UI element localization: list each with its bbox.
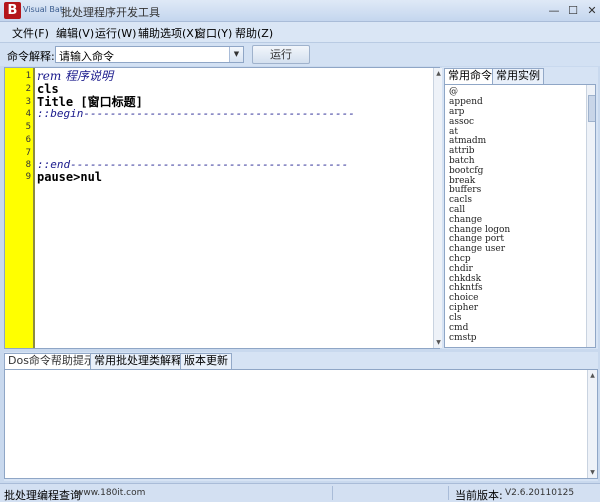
list-item[interactable]: attrib bbox=[449, 146, 475, 156]
list-item[interactable]: cmstp bbox=[449, 333, 477, 343]
maximize-button[interactable]: ☐ bbox=[563, 3, 583, 19]
help-scrollbar[interactable]: ▲ ▼ bbox=[587, 370, 597, 478]
toolbar: 命令解释: 请输入命令 ▼ 运行 bbox=[0, 42, 600, 66]
menu-file[interactable]: 文件(F) bbox=[12, 25, 49, 41]
list-item[interactable]: batch bbox=[449, 156, 475, 166]
command-explain-label: 命令解释: bbox=[7, 50, 55, 63]
scroll-up-icon[interactable]: ▲ bbox=[588, 371, 597, 380]
status-version-label: 当前版本: bbox=[455, 489, 503, 502]
scroll-thumb[interactable] bbox=[588, 95, 595, 122]
line-number: 2 bbox=[25, 84, 31, 94]
window-title: 批处理程序开发工具 bbox=[61, 6, 160, 19]
tab-version-update[interactable]: 版本更新 bbox=[180, 353, 232, 369]
tab-common-examples[interactable]: 常用实例 bbox=[492, 68, 544, 84]
list-item[interactable]: chcp bbox=[449, 254, 471, 264]
title-bar: B Visual Bat 批处理程序开发工具 — ☐ ✕ bbox=[0, 0, 600, 22]
menu-bar: 文件(F) 编辑(V) 运行(W) 辅助选项(X) 窗口(Y) 帮助(Z) bbox=[0, 22, 600, 42]
list-item[interactable]: call bbox=[449, 205, 465, 215]
command-list-scrollbar[interactable] bbox=[586, 85, 595, 347]
list-item[interactable]: cipher bbox=[449, 303, 478, 313]
help-panel: Dos命令帮助提示 常用批处理类解释 版本更新 ▲ ▼ bbox=[4, 352, 598, 481]
list-item[interactable]: cmd bbox=[449, 323, 468, 333]
menu-run[interactable]: 运行(W) bbox=[95, 25, 136, 41]
tab-batch-explain[interactable]: 常用批处理类解释 bbox=[90, 353, 186, 369]
status-divider bbox=[332, 486, 333, 500]
list-item[interactable]: append bbox=[449, 97, 483, 107]
menu-options[interactable]: 辅助选项(X) bbox=[138, 25, 198, 41]
run-button[interactable]: 运行 bbox=[252, 45, 310, 64]
tab-dos-help[interactable]: Dos命令帮助提示 bbox=[4, 353, 99, 369]
menu-help[interactable]: 帮助(Z) bbox=[235, 25, 273, 41]
command-list[interactable]: @ append arp assoc at atmadm attrib batc… bbox=[444, 84, 596, 348]
line-number: 6 bbox=[25, 135, 31, 145]
menu-edit[interactable]: 编辑(V) bbox=[56, 25, 94, 41]
command-select-value: 请输入命令 bbox=[59, 50, 114, 63]
list-item[interactable]: chkntfs bbox=[449, 283, 483, 293]
status-divider bbox=[448, 486, 449, 500]
list-item[interactable]: change bbox=[449, 215, 482, 225]
line-number: 4 bbox=[25, 109, 31, 119]
status-query-label: 批处理编程查询 bbox=[4, 489, 81, 502]
gutter-divider bbox=[33, 68, 35, 348]
scroll-down-icon[interactable]: ▼ bbox=[588, 468, 597, 477]
list-item[interactable]: cacls bbox=[449, 195, 472, 205]
app-brand: Visual Bat bbox=[23, 5, 63, 14]
list-item[interactable]: arp bbox=[449, 107, 464, 117]
menu-window[interactable]: 窗口(Y) bbox=[195, 25, 232, 41]
command-panel: 常用命令 常用实例 @ append arp assoc at atmadm a… bbox=[442, 67, 598, 349]
list-item[interactable]: assoc bbox=[449, 117, 474, 127]
line-number: 8 bbox=[25, 160, 31, 170]
code-line: ::begin---------------------------------… bbox=[37, 107, 355, 120]
list-item[interactable]: change port bbox=[449, 234, 504, 244]
code-line: rem 程序说明 bbox=[37, 69, 114, 83]
help-text-area[interactable]: ▲ ▼ bbox=[4, 369, 598, 479]
chevron-down-icon[interactable]: ▼ bbox=[229, 47, 243, 62]
list-item[interactable]: atmadm bbox=[449, 136, 486, 146]
list-item[interactable]: chdir bbox=[449, 264, 473, 274]
minimize-button[interactable]: — bbox=[544, 3, 564, 19]
command-select[interactable]: 请输入命令 ▼ bbox=[55, 46, 244, 63]
list-item[interactable]: @ bbox=[449, 87, 458, 97]
list-item[interactable]: buffers bbox=[449, 185, 481, 195]
list-item[interactable]: change user bbox=[449, 244, 505, 254]
close-button[interactable]: ✕ bbox=[582, 3, 600, 19]
line-number: 9 bbox=[25, 172, 31, 182]
status-bar: 批处理编程查询 www.180it.com 当前版本: V2.6.2011012… bbox=[0, 483, 600, 502]
list-item[interactable]: choice bbox=[449, 293, 479, 303]
code-editor[interactable]: 1 2 3 4 5 6 7 8 9 rem 程序说明 cls Title [窗口… bbox=[4, 67, 443, 349]
line-number: 7 bbox=[25, 148, 31, 158]
list-item[interactable]: cls bbox=[449, 313, 462, 323]
status-version: V2.6.20110125 bbox=[505, 488, 575, 498]
line-number: 1 bbox=[25, 71, 31, 81]
code-line: pause>nul bbox=[37, 170, 103, 184]
line-number: 3 bbox=[25, 97, 31, 107]
code-line: cls bbox=[37, 82, 59, 96]
line-number: 5 bbox=[25, 122, 31, 132]
status-website: www.180it.com bbox=[76, 488, 146, 498]
app-logo-icon: B bbox=[4, 2, 21, 19]
list-item[interactable]: bootcfg bbox=[449, 166, 483, 176]
tab-common-commands[interactable]: 常用命令 bbox=[444, 68, 496, 84]
